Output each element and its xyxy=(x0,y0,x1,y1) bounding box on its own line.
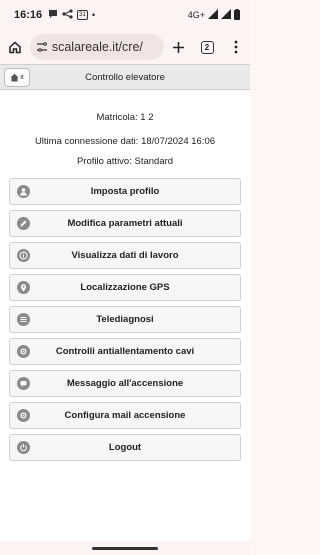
site-settings-icon[interactable] xyxy=(36,41,48,53)
home-icon xyxy=(9,41,22,54)
url-text: scalareale.it/cre/ xyxy=(51,40,143,54)
active-profile-text: Profilo attivo: Standard xyxy=(76,156,174,167)
gear-icon xyxy=(17,345,30,358)
list-icon xyxy=(17,313,30,326)
button-label: Telediagnosi xyxy=(96,314,154,325)
cable-slack-controls-button[interactable]: Controlli antiallentamento cavi xyxy=(9,338,241,365)
location-pin-icon xyxy=(17,281,30,294)
startup-message-button[interactable]: Messaggio all'accensione xyxy=(9,370,241,397)
app-home-button[interactable]: it xyxy=(4,68,30,87)
info-icon xyxy=(17,249,30,262)
button-label: Configura mail accensione xyxy=(64,410,186,421)
button-label: Modifica parametri attuali xyxy=(67,218,183,229)
set-profile-button[interactable]: Imposta profilo xyxy=(9,178,241,205)
user-icon xyxy=(17,185,30,198)
calendar-icon: 31 xyxy=(77,10,88,20)
button-label: Localizzazione GPS xyxy=(80,282,170,293)
more-vert-icon xyxy=(234,40,238,54)
button-label: Logout xyxy=(108,442,142,453)
new-tab-button[interactable] xyxy=(164,34,193,60)
dot-icon: • xyxy=(91,10,95,20)
network-label: 4G+ xyxy=(187,10,205,20)
message-icon xyxy=(17,377,30,390)
home-icon xyxy=(10,73,19,82)
plus-icon xyxy=(172,41,184,53)
edit-parameters-button[interactable]: Modifica parametri attuali xyxy=(9,210,241,237)
gear-icon xyxy=(17,409,30,422)
battery-icon xyxy=(234,8,240,22)
button-label: Controlli antiallentamento cavi xyxy=(55,346,195,357)
power-icon xyxy=(17,441,30,454)
button-label: Visualizza dati di lavoro xyxy=(71,250,179,261)
view-work-data-button[interactable]: Visualizza dati di lavoro xyxy=(9,242,241,269)
main-content: Matricola: 1 2 Ultima connessione dati: … xyxy=(0,91,250,541)
gesture-handle[interactable] xyxy=(92,547,158,550)
share-icon xyxy=(62,8,73,22)
tab-switcher-button[interactable]: 2 xyxy=(193,34,222,60)
browser-menu-button[interactable] xyxy=(221,34,250,60)
system-nav-bar xyxy=(0,541,250,555)
browser-toolbar: scalareale.it/cre/ 2 xyxy=(0,30,250,64)
button-label: Imposta profilo xyxy=(90,186,160,197)
app-header: it Controllo elevatore xyxy=(0,64,250,90)
signal-icon-2 xyxy=(221,9,231,21)
url-bar[interactable]: scalareale.it/cre/ xyxy=(29,34,164,60)
signal-icon xyxy=(208,9,218,21)
status-bar: 16:16 31 • 4G+ xyxy=(0,0,250,30)
pencil-icon xyxy=(17,217,30,230)
home-label: it xyxy=(20,74,24,81)
status-time: 16:16 xyxy=(14,9,43,21)
configure-startup-mail-button[interactable]: Configura mail accensione xyxy=(9,402,241,429)
browser-home-button[interactable] xyxy=(3,34,28,60)
page-title: Controllo elevatore xyxy=(85,71,165,83)
logout-button[interactable]: Logout xyxy=(9,434,241,461)
gps-location-button[interactable]: Localizzazione GPS xyxy=(9,274,241,301)
telediagnosis-button[interactable]: Telediagnosi xyxy=(9,306,241,333)
last-connection-text: Ultima connessione dati: 18/07/2024 16:0… xyxy=(34,136,216,147)
tab-count: 2 xyxy=(200,40,214,54)
matricola-text: Matricola: 1 2 xyxy=(96,112,154,123)
chat-icon xyxy=(48,9,58,22)
button-label: Messaggio all'accensione xyxy=(66,378,184,389)
